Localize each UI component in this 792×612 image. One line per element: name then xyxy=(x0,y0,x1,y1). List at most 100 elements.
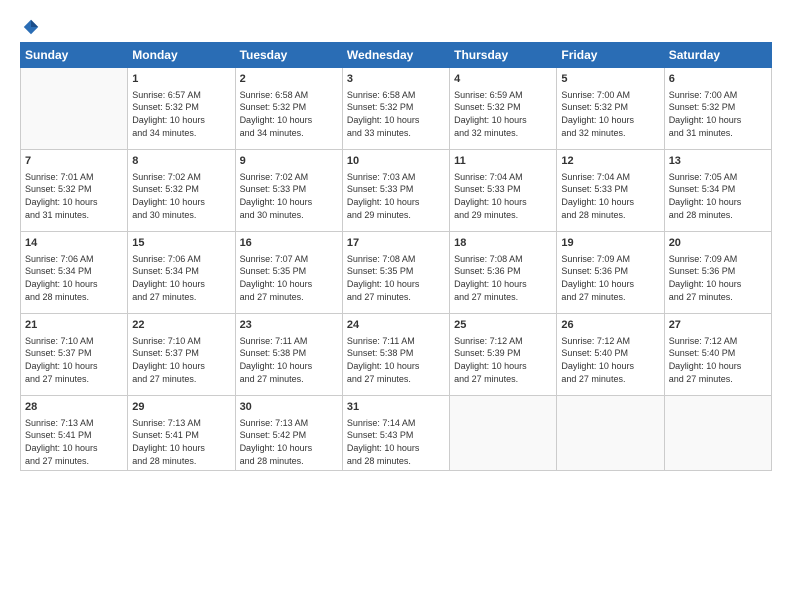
day-info: Sunrise: 7:02 AM Sunset: 5:32 PM Dayligh… xyxy=(132,171,230,221)
day-number: 30 xyxy=(240,400,338,415)
day-info: Sunrise: 7:13 AM Sunset: 5:41 PM Dayligh… xyxy=(132,417,230,467)
day-number: 20 xyxy=(669,236,767,251)
day-number: 19 xyxy=(561,236,659,251)
calendar-week-row: 7 Sunrise: 7:01 AM Sunset: 5:32 PM Daylig… xyxy=(21,150,772,232)
calendar-cell: 14 Sunrise: 7:06 AM Sunset: 5:34 PM Dayli… xyxy=(21,232,128,314)
calendar-cell: 10 Sunrise: 7:03 AM Sunset: 5:33 PM Dayli… xyxy=(342,150,449,232)
day-number: 23 xyxy=(240,318,338,333)
calendar-cell: 9Sunrise: 7:02 AM Sunset: 5:33 PM Daylig… xyxy=(235,150,342,232)
calendar-cell: 27 Sunrise: 7:12 AM Sunset: 5:40 PM Dayli… xyxy=(664,314,771,396)
calendar-cell: 24 Sunrise: 7:11 AM Sunset: 5:38 PM Dayli… xyxy=(342,314,449,396)
day-number: 11 xyxy=(454,154,552,169)
day-number: 12 xyxy=(561,154,659,169)
header-tuesday: Tuesday xyxy=(235,43,342,68)
day-number: 6 xyxy=(669,72,767,87)
header-monday: Monday xyxy=(128,43,235,68)
calendar-cell: 13 Sunrise: 7:05 AM Sunset: 5:34 PM Dayli… xyxy=(664,150,771,232)
calendar-cell: 2 Sunrise: 6:58 AM Sunset: 5:32 PM Daylig… xyxy=(235,68,342,150)
day-info: Sunrise: 7:10 AM Sunset: 5:37 PM Dayligh… xyxy=(25,335,123,385)
day-info: Sunrise: 7:01 AM Sunset: 5:32 PM Dayligh… xyxy=(25,171,123,221)
day-info: Sunrise: 7:14 AM Sunset: 5:43 PM Dayligh… xyxy=(347,417,445,467)
day-info: Sunrise: 7:02 AM Sunset: 5:33 PM Dayligh… xyxy=(240,171,338,221)
day-number: 4 xyxy=(454,72,552,87)
day-number: 28 xyxy=(25,400,123,415)
day-number: 16 xyxy=(240,236,338,251)
calendar-cell: 5Sunrise: 7:00 AM Sunset: 5:32 PM Daylig… xyxy=(557,68,664,150)
calendar-week-row: 21 Sunrise: 7:10 AM Sunset: 5:37 PM Dayli… xyxy=(21,314,772,396)
header-thursday: Thursday xyxy=(450,43,557,68)
calendar-cell: 29 Sunrise: 7:13 AM Sunset: 5:41 PM Dayli… xyxy=(128,396,235,471)
day-info: Sunrise: 7:08 AM Sunset: 5:36 PM Dayligh… xyxy=(454,253,552,303)
day-info: Sunrise: 7:04 AM Sunset: 5:33 PM Dayligh… xyxy=(454,171,552,221)
calendar-cell: 7 Sunrise: 7:01 AM Sunset: 5:32 PM Daylig… xyxy=(21,150,128,232)
day-number: 1 xyxy=(132,72,230,87)
day-info: Sunrise: 7:11 AM Sunset: 5:38 PM Dayligh… xyxy=(347,335,445,385)
calendar-cell: 21 Sunrise: 7:10 AM Sunset: 5:37 PM Dayli… xyxy=(21,314,128,396)
calendar-cell: 31 Sunrise: 7:14 AM Sunset: 5:43 PM Dayli… xyxy=(342,396,449,471)
day-info: Sunrise: 7:03 AM Sunset: 5:33 PM Dayligh… xyxy=(347,171,445,221)
header-saturday: Saturday xyxy=(664,43,771,68)
calendar-cell: 3 Sunrise: 6:58 AM Sunset: 5:32 PM Daylig… xyxy=(342,68,449,150)
calendar-cell: 15Sunrise: 7:06 AM Sunset: 5:34 PM Dayli… xyxy=(128,232,235,314)
calendar-cell: 4 Sunrise: 6:59 AM Sunset: 5:32 PM Daylig… xyxy=(450,68,557,150)
weekday-header-row: Sunday Monday Tuesday Wednesday Thursday… xyxy=(21,43,772,68)
day-number: 22 xyxy=(132,318,230,333)
day-number: 14 xyxy=(25,236,123,251)
calendar-week-row: 1 Sunrise: 6:57 AM Sunset: 5:32 PM Daylig… xyxy=(21,68,772,150)
day-info: Sunrise: 7:11 AM Sunset: 5:38 PM Dayligh… xyxy=(240,335,338,385)
header xyxy=(20,18,772,36)
day-info: Sunrise: 7:00 AM Sunset: 5:32 PM Dayligh… xyxy=(669,89,767,139)
day-info: Sunrise: 7:04 AM Sunset: 5:33 PM Dayligh… xyxy=(561,171,659,221)
calendar-cell: 30 Sunrise: 7:13 AM Sunset: 5:42 PM Dayli… xyxy=(235,396,342,471)
calendar-table: Sunday Monday Tuesday Wednesday Thursday… xyxy=(20,42,772,471)
calendar-cell xyxy=(664,396,771,471)
calendar-cell: 6 Sunrise: 7:00 AM Sunset: 5:32 PM Daylig… xyxy=(664,68,771,150)
calendar-cell: 22 Sunrise: 7:10 AM Sunset: 5:37 PM Dayli… xyxy=(128,314,235,396)
calendar-cell: 8 Sunrise: 7:02 AM Sunset: 5:32 PM Daylig… xyxy=(128,150,235,232)
day-info: Sunrise: 7:08 AM Sunset: 5:35 PM Dayligh… xyxy=(347,253,445,303)
day-info: Sunrise: 7:09 AM Sunset: 5:36 PM Dayligh… xyxy=(669,253,767,303)
day-info: Sunrise: 7:07 AM Sunset: 5:35 PM Dayligh… xyxy=(240,253,338,303)
day-number: 13 xyxy=(669,154,767,169)
day-number: 8 xyxy=(132,154,230,169)
calendar-cell: 19Sunrise: 7:09 AM Sunset: 5:36 PM Dayli… xyxy=(557,232,664,314)
calendar-cell: 11 Sunrise: 7:04 AM Sunset: 5:33 PM Dayli… xyxy=(450,150,557,232)
logo-icon xyxy=(22,18,40,36)
day-info: Sunrise: 6:59 AM Sunset: 5:32 PM Dayligh… xyxy=(454,89,552,139)
day-number: 5 xyxy=(561,72,659,87)
day-number: 27 xyxy=(669,318,767,333)
day-number: 18 xyxy=(454,236,552,251)
day-number: 15 xyxy=(132,236,230,251)
calendar-week-row: 28 Sunrise: 7:13 AM Sunset: 5:41 PM Dayli… xyxy=(21,396,772,471)
day-number: 26 xyxy=(561,318,659,333)
day-number: 3 xyxy=(347,72,445,87)
day-info: Sunrise: 7:06 AM Sunset: 5:34 PM Dayligh… xyxy=(25,253,123,303)
calendar-cell: 25Sunrise: 7:12 AM Sunset: 5:39 PM Dayli… xyxy=(450,314,557,396)
day-info: Sunrise: 7:05 AM Sunset: 5:34 PM Dayligh… xyxy=(669,171,767,221)
day-info: Sunrise: 6:57 AM Sunset: 5:32 PM Dayligh… xyxy=(132,89,230,139)
day-info: Sunrise: 7:13 AM Sunset: 5:41 PM Dayligh… xyxy=(25,417,123,467)
calendar-cell: 12 Sunrise: 7:04 AM Sunset: 5:33 PM Dayli… xyxy=(557,150,664,232)
calendar-cell: 28 Sunrise: 7:13 AM Sunset: 5:41 PM Dayli… xyxy=(21,396,128,471)
day-info: Sunrise: 6:58 AM Sunset: 5:32 PM Dayligh… xyxy=(240,89,338,139)
day-number: 17 xyxy=(347,236,445,251)
day-number: 24 xyxy=(347,318,445,333)
day-info: Sunrise: 7:12 AM Sunset: 5:40 PM Dayligh… xyxy=(561,335,659,385)
calendar-week-row: 14 Sunrise: 7:06 AM Sunset: 5:34 PM Dayli… xyxy=(21,232,772,314)
day-info: Sunrise: 7:13 AM Sunset: 5:42 PM Dayligh… xyxy=(240,417,338,467)
calendar-cell xyxy=(450,396,557,471)
calendar-cell: 1 Sunrise: 6:57 AM Sunset: 5:32 PM Daylig… xyxy=(128,68,235,150)
day-number: 25 xyxy=(454,318,552,333)
day-number: 10 xyxy=(347,154,445,169)
day-number: 7 xyxy=(25,154,123,169)
day-number: 31 xyxy=(347,400,445,415)
day-info: Sunrise: 7:12 AM Sunset: 5:40 PM Dayligh… xyxy=(669,335,767,385)
day-number: 29 xyxy=(132,400,230,415)
day-number: 2 xyxy=(240,72,338,87)
day-info: Sunrise: 6:58 AM Sunset: 5:32 PM Dayligh… xyxy=(347,89,445,139)
day-info: Sunrise: 7:10 AM Sunset: 5:37 PM Dayligh… xyxy=(132,335,230,385)
day-number: 21 xyxy=(25,318,123,333)
calendar-cell: 17 Sunrise: 7:08 AM Sunset: 5:35 PM Dayli… xyxy=(342,232,449,314)
header-wednesday: Wednesday xyxy=(342,43,449,68)
calendar-cell: 26 Sunrise: 7:12 AM Sunset: 5:40 PM Dayli… xyxy=(557,314,664,396)
